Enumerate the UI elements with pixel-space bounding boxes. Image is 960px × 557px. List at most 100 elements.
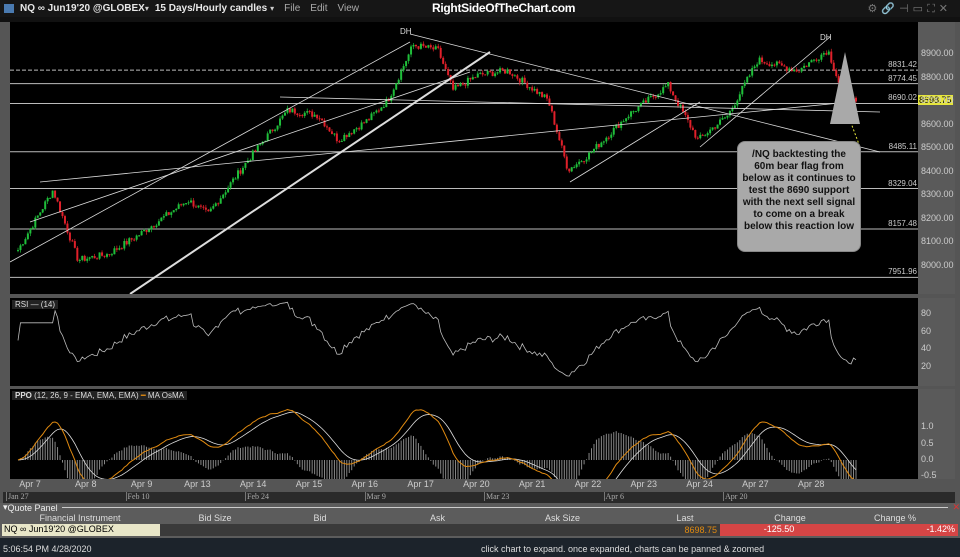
candle-down (83, 255, 86, 261)
candle-up (721, 118, 724, 120)
minimize-icon[interactable]: ▭ (913, 3, 927, 15)
timeframe-selector[interactable]: 15 Days/Hourly candles (155, 3, 267, 14)
candle-up (751, 68, 754, 76)
date-tick: Apr 24 (686, 479, 713, 489)
candle-up (49, 197, 52, 199)
candle-down (358, 128, 361, 130)
quote-row[interactable]: NQ ∞ Jun19'20 @GLOBEX 8698.75 -125.50 -1… (2, 524, 958, 536)
price-tick: 8300.00 (921, 189, 954, 200)
quote-panel-title: Quote Panel (7, 502, 58, 513)
candle-up (91, 256, 94, 258)
col-bid-size[interactable]: Bid Size (160, 513, 270, 523)
ppo-pane[interactable]: PPO (12, 26, 9 - EMA, EMA, EMA) ━ MA OsM… (10, 389, 918, 479)
candle-down (457, 85, 460, 87)
maximize-icon[interactable]: ⛶ (927, 3, 939, 15)
candle-down (350, 133, 353, 135)
candle-up (219, 198, 222, 204)
candle-up (793, 69, 796, 72)
date-tick: Apr 16 (351, 479, 379, 489)
candle-up (209, 208, 212, 212)
col-change-pct[interactable]: Change % (830, 513, 960, 523)
candle-up (380, 107, 383, 111)
candle-up (19, 245, 22, 251)
navigator-date: Mar 9 (364, 492, 386, 501)
candle-up (177, 204, 180, 209)
trendline (569, 101, 701, 183)
date-tick: Apr 27 (742, 479, 769, 489)
candle-down (447, 68, 450, 75)
candle-down (516, 75, 519, 79)
candle-down (669, 82, 672, 92)
candle-down (93, 256, 96, 259)
candle-down (125, 241, 128, 245)
level-label: 8485.11 (887, 141, 918, 151)
close-icon[interactable]: ✕ (939, 3, 952, 15)
candle-down (368, 119, 371, 121)
settings-icon[interactable]: ⚙ (868, 3, 882, 15)
candle-up (419, 43, 422, 49)
candle-up (241, 167, 244, 174)
candle-up (580, 161, 583, 163)
chart-frame[interactable]: DH DH 8831.42 8774.45 8690.02 8485.11 8329.04… (0, 22, 960, 503)
candle-up (24, 239, 27, 245)
candle-down (66, 223, 69, 233)
candle-down (108, 254, 111, 256)
price-tick: 8000.00 (921, 260, 954, 271)
col-ask-size[interactable]: Ask Size (505, 513, 620, 523)
candle-down (691, 127, 694, 130)
date-tick: Apr 15 (295, 479, 323, 489)
candle-up (427, 45, 430, 48)
candle-down (432, 47, 435, 50)
level-label: 8831.42 (887, 60, 918, 70)
price-tick: 8100.00 (921, 236, 954, 247)
candle-up (402, 66, 405, 71)
candle-down (296, 113, 299, 115)
candle-down (501, 68, 504, 71)
price-pane[interactable]: DH DH 8831.42 8774.45 8690.02 8485.11 8329.04… (10, 22, 918, 294)
candle-up (494, 73, 497, 77)
menu-file[interactable]: File (284, 3, 300, 14)
price-tick: 8900.00 (921, 48, 954, 58)
candle-up (175, 208, 178, 211)
menu-edit[interactable]: Edit (310, 3, 327, 14)
candle-down (761, 57, 764, 63)
candle-down (531, 87, 534, 91)
rsi-axis: 80 60 40 20 (918, 298, 955, 386)
candle-up (150, 226, 153, 230)
menu-view[interactable]: View (338, 3, 360, 14)
candle-up (283, 112, 286, 116)
candle-down (424, 45, 427, 48)
navigator-scrollbar[interactable]: Jan 27 Feb 10 Feb 24 Mar 9 Mar 23 Apr 6 Apr 20 (3, 492, 955, 503)
candle-up (138, 235, 141, 237)
close-panel-icon[interactable]: ✕ (952, 502, 960, 513)
candle-up (659, 93, 662, 95)
candle-down (301, 115, 304, 117)
candle-up (360, 122, 363, 130)
price-axis[interactable]: 8698.75 8900.00 8800.00 8700.00 8600.00 8500… (918, 22, 955, 294)
col-last[interactable]: Last (620, 513, 750, 523)
candle-down (714, 127, 717, 129)
col-instrument[interactable]: Financial Instrument (0, 513, 160, 523)
candle-down (145, 230, 148, 232)
col-ask[interactable]: Ask (370, 513, 505, 523)
candle-up (306, 111, 309, 113)
candle-up (719, 119, 722, 125)
col-bid[interactable]: Bid (270, 513, 370, 523)
candle-up (602, 141, 605, 143)
candle-down (583, 161, 586, 163)
candle-up (496, 72, 499, 74)
rsi-pane[interactable]: RSI — (14) (10, 298, 918, 386)
pin-icon[interactable]: ⊣ (899, 3, 913, 15)
candle-down (541, 92, 544, 97)
rsi-line (17, 301, 857, 377)
candle-down (452, 80, 455, 90)
candle-down (684, 111, 687, 115)
symbol-selector[interactable]: NQ ∞ Jun19'20 @GLOBEX (20, 3, 145, 14)
link-icon[interactable]: 🔗 (881, 3, 899, 15)
candle-down (293, 108, 296, 114)
candle-down (798, 71, 801, 73)
candle-up (365, 119, 368, 123)
candle-up (699, 134, 702, 139)
brand-logo: RightSideOfTheChart.com (432, 1, 576, 15)
col-change[interactable]: Change (750, 513, 830, 523)
